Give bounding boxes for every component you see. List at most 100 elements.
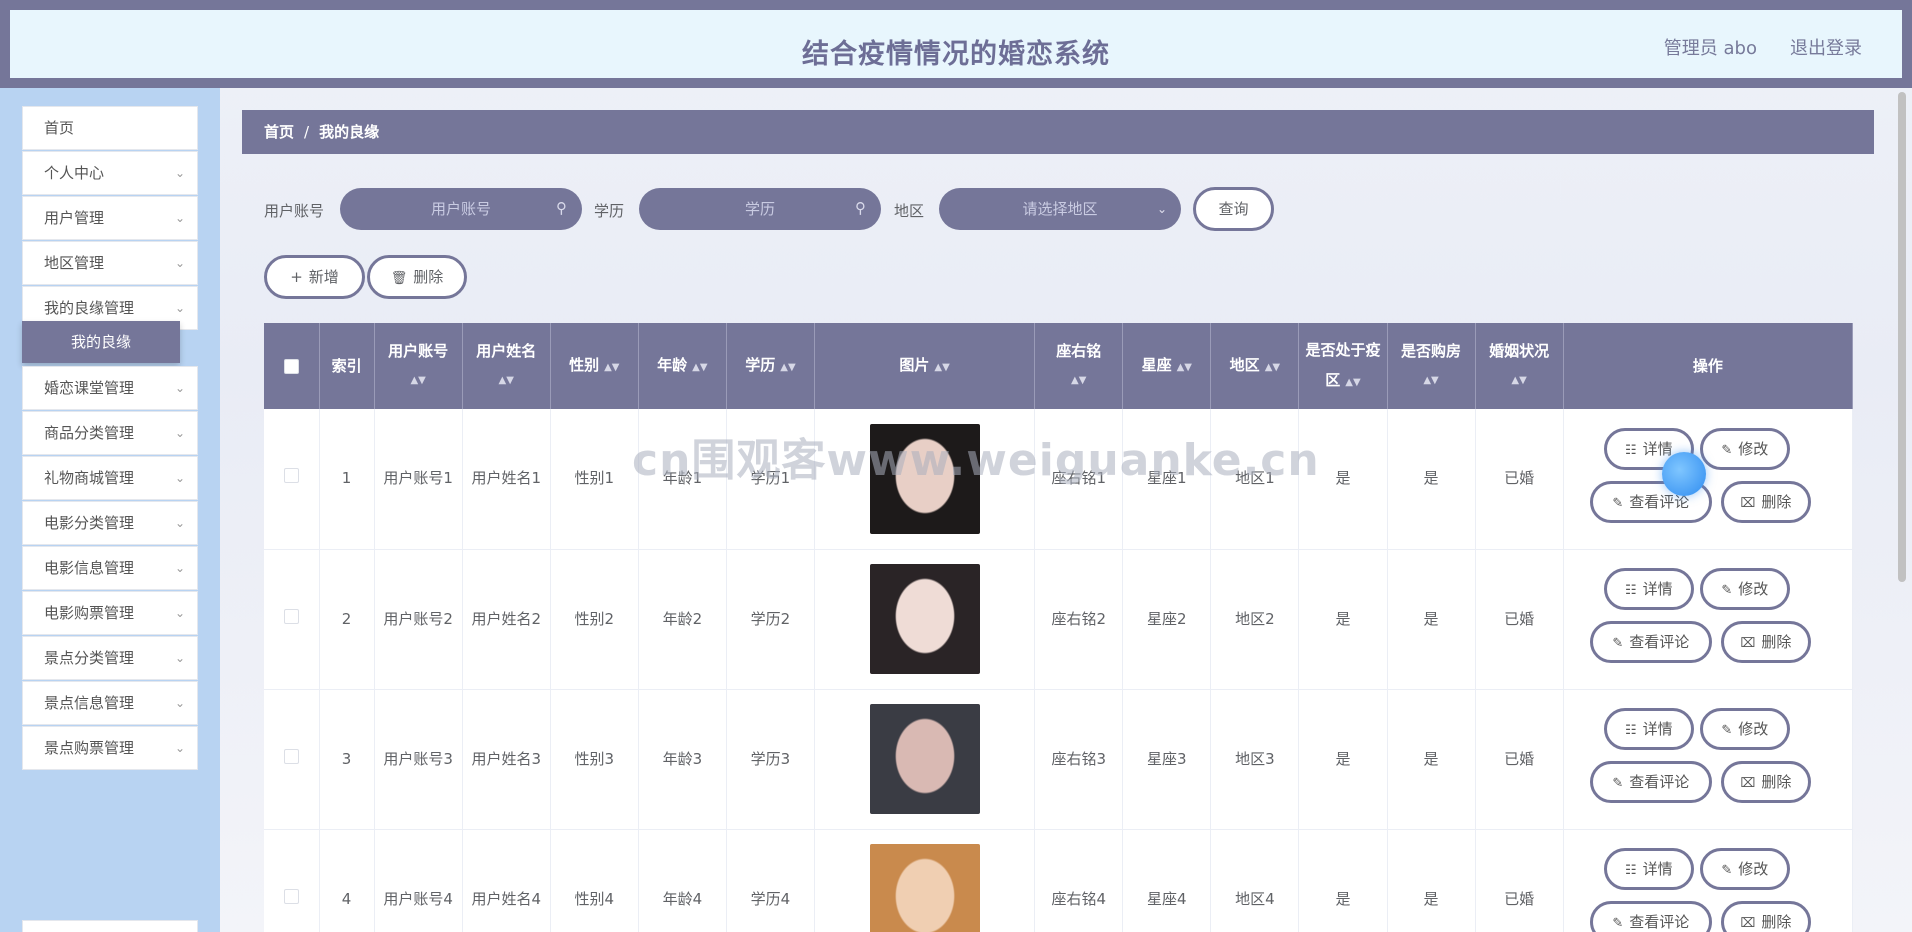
sidebar-subitem-active[interactable]: 我的良缘 (22, 321, 180, 363)
delete-button[interactable]: ⌧ 删除 (1720, 761, 1811, 803)
sidebar-item-partial[interactable] (22, 920, 198, 932)
delete-button[interactable]: ⌧ 删除 (1720, 480, 1811, 523)
detail-button[interactable]: ☷ 详情 (1603, 568, 1694, 610)
sort-icon[interactable]: ▲▼ (379, 366, 458, 396)
row-select-cell[interactable] (264, 549, 320, 690)
sidebar-item[interactable]: 地区管理 ⌄ (22, 241, 198, 285)
sidebar-item[interactable]: 电影信息管理 ⌄ (22, 546, 198, 590)
add-button[interactable]: + 新增 (264, 255, 365, 299)
page-scrollbar[interactable] (1898, 92, 1906, 582)
sidebar-item[interactable]: 景点购票管理 ⌄ (22, 726, 198, 770)
cell-name: 用户姓名1 (462, 409, 551, 550)
col-gender[interactable]: 性别 ▲▼ (550, 323, 639, 409)
sidebar-item[interactable]: 婚恋课堂管理 ⌄ (22, 366, 198, 410)
sort-icon[interactable]: ▲▼ (604, 362, 619, 373)
col-edu[interactable]: 学历 ▲▼ (726, 323, 815, 409)
account-search-input[interactable] (340, 188, 582, 230)
sidebar-item[interactable]: 电影购票管理 ⌄ (22, 591, 198, 635)
col-region[interactable]: 地区 ▲▼ (1210, 323, 1300, 409)
cell-motto: 座右铭4 (1034, 829, 1124, 932)
edit-button[interactable]: ✎ 修改 (1699, 568, 1790, 610)
cell-marital: 已婚 (1475, 409, 1564, 550)
app-title: 结合疫情情况的婚恋系统 (802, 39, 1110, 70)
sort-icon[interactable]: ▲▼ (934, 362, 949, 373)
sidebar-item[interactable]: 电影分类管理 ⌄ (22, 501, 198, 545)
edit-button[interactable]: ✎ 修改 (1699, 427, 1790, 470)
cell-name: 用户姓名3 (462, 689, 551, 830)
cell-age: 年龄3 (638, 689, 727, 830)
table-row[interactable]: 1 用户账号1 用户姓名1 性别1 年龄1 学历1 座右铭1 星座1 地区1 是是已婚 ☷ 详情 ✎ 修改… (264, 409, 1853, 550)
delete-button[interactable]: ⌧ 删除 (1720, 621, 1811, 663)
view-comments-button[interactable]: ✎ 查看评论 (1589, 761, 1712, 803)
sidebar-item[interactable]: 礼物商城管理 ⌄ (22, 456, 198, 500)
sidebar-item-label: 礼物商城管理 (44, 469, 135, 487)
batch-delete-button[interactable]: 🗑 删除 (367, 255, 467, 299)
row-checkbox[interactable] (283, 468, 299, 484)
sort-icon[interactable]: ▲▼ (1177, 362, 1192, 373)
row-select-cell[interactable] (264, 689, 320, 830)
sidebar-item[interactable]: 用户管理 ⌄ (22, 196, 198, 240)
col-age[interactable]: 年龄 ▲▼ (638, 323, 727, 409)
user-photo[interactable] (869, 423, 980, 534)
col-sign[interactable]: 星座 ▲▼ (1122, 323, 1212, 409)
view-comments-button[interactable]: ✎ 查看评论 (1589, 621, 1712, 663)
sidebar-item-label: 首页 (44, 119, 75, 137)
logout-link[interactable]: 退出登录 (1790, 34, 1862, 60)
cell-photo (814, 549, 1036, 690)
sort-icon[interactable]: ▲▼ (1392, 366, 1471, 396)
col-account[interactable]: 用户账号 ▲▼ (374, 323, 463, 409)
add-button-label: 新增 (308, 268, 339, 286)
sort-icon[interactable]: ▲▼ (1039, 366, 1118, 396)
breadcrumb-home[interactable]: 首页 (264, 123, 294, 141)
row-checkbox[interactable] (283, 608, 299, 624)
sidebar-item[interactable]: 景点信息管理 ⌄ (22, 681, 198, 725)
user-photo[interactable] (869, 844, 980, 932)
edit-button-label: 修改 (1738, 580, 1769, 598)
row-checkbox[interactable] (283, 748, 299, 764)
delete-button[interactable]: ⌧ 删除 (1720, 901, 1811, 932)
col-house[interactable]: 是否购房 ▲▼ (1387, 323, 1476, 409)
col-photo[interactable]: 图片 ▲▼ (814, 323, 1036, 409)
select-all-checkbox[interactable] (283, 359, 299, 374)
cell-region: 地区2 (1210, 549, 1300, 690)
row-checkbox[interactable] (283, 888, 299, 904)
floating-assistant-button[interactable] (1662, 452, 1706, 496)
region-select[interactable]: 请选择地区 ⌄ (939, 188, 1181, 230)
edu-search-input[interactable] (639, 188, 881, 230)
sidebar-item-label: 商品分类管理 (44, 424, 135, 442)
col-epidemic[interactable]: 是否处于疫区 ▲▼ (1298, 323, 1388, 409)
sort-icon[interactable]: ▲▼ (1265, 362, 1280, 373)
query-button[interactable]: 查询 (1193, 187, 1274, 231)
table-row[interactable]: 4 用户账号4 用户姓名4 性别4 年龄4 学历4 座右铭4 星座4 地区4 是是已婚 ☷ 详情 ✎ 修改… (264, 829, 1853, 932)
table-row[interactable]: 2 用户账号2 用户姓名2 性别2 年龄2 学历2 座右铭2 星座2 地区2 是是已婚 ☷ 详情 ✎ 修改… (264, 549, 1853, 690)
cell-house: 是 (1387, 829, 1476, 932)
view-comments-button[interactable]: ✎ 查看评论 (1589, 901, 1712, 932)
row-select-cell[interactable] (264, 409, 320, 550)
table-row[interactable]: 3 用户账号3 用户姓名3 性别3 年龄3 学历3 座右铭3 星座3 地区3 是是已婚 ☷ 详情 ✎ 修改… (264, 689, 1853, 830)
sidebar-item-label: 景点信息管理 (44, 694, 135, 712)
sidebar-item[interactable]: 景点分类管理 ⌄ (22, 636, 198, 680)
user-photo[interactable] (869, 564, 980, 674)
user-photo[interactable] (869, 704, 980, 814)
sort-icon[interactable]: ▲▼ (1480, 366, 1559, 396)
col-motto[interactable]: 座右铭 ▲▼ (1034, 323, 1124, 409)
edit-button[interactable]: ✎ 修改 (1699, 848, 1790, 890)
cell-gender: 性别3 (550, 689, 639, 830)
select-all-cell[interactable] (264, 323, 320, 409)
sort-icon[interactable]: ▲▼ (692, 362, 707, 373)
view-comments-button-label: 查看评论 (1629, 773, 1690, 791)
sort-icon[interactable]: ▲▼ (1345, 377, 1360, 388)
sidebar-item[interactable]: 首页 (22, 106, 198, 150)
sort-icon[interactable]: ▲▼ (467, 366, 546, 396)
edit-button[interactable]: ✎ 修改 (1699, 708, 1790, 750)
sidebar-item[interactable]: 商品分类管理 ⌄ (22, 411, 198, 455)
row-select-cell[interactable] (264, 829, 320, 932)
detail-button[interactable]: ☷ 详情 (1603, 708, 1694, 750)
sidebar-item[interactable]: 个人中心 ⌄ (22, 151, 198, 195)
cell-house: 是 (1387, 409, 1476, 550)
col-name[interactable]: 用户姓名 ▲▼ (462, 323, 551, 409)
cell-motto: 座右铭2 (1034, 549, 1124, 690)
detail-button[interactable]: ☷ 详情 (1603, 848, 1694, 890)
col-marital[interactable]: 婚姻状况 ▲▼ (1475, 323, 1564, 409)
sort-icon[interactable]: ▲▼ (780, 362, 795, 373)
